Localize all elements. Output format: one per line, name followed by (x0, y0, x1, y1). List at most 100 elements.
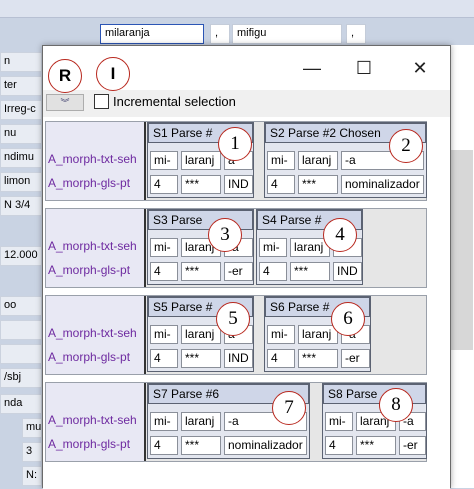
morph-cell: mi- (150, 412, 178, 431)
chevron-down-icon: ︾ (60, 98, 70, 108)
gloss-cell: 4 (150, 436, 178, 455)
row-label-gls: A_morph-gls-pt (48, 437, 131, 451)
gloss-cell: -er (341, 349, 370, 368)
parse-group: A_morph-txt-seh A_morph-gls-pt S1 Parse … (45, 121, 427, 201)
annotation-number: 8 (379, 388, 413, 422)
gloss-cell: *** (356, 436, 396, 455)
background-word-cell[interactable]: mifigu (232, 24, 342, 44)
annotation-marker-r: R (48, 59, 82, 93)
row-label-gls: A_morph-gls-pt (48, 176, 131, 190)
parse-group: A_morph-txt-seh A_morph-gls-pt S3 Parse … (45, 208, 427, 288)
annotation-number: 5 (216, 302, 250, 336)
annotation-number: 6 (331, 302, 365, 336)
maximize-button[interactable]: ☐ (341, 46, 387, 90)
morph-cell: mi- (267, 151, 295, 170)
morph-cell: laranj (298, 151, 338, 170)
annotation-number: 2 (389, 129, 423, 163)
gloss-cell: 4 (267, 175, 295, 194)
gloss-cell: nominalizador (341, 175, 424, 194)
gloss-cell: nominalizador (224, 436, 307, 455)
parse-list: A_morph-txt-seh A_morph-gls-pt S1 Parse … (43, 117, 450, 489)
row-label-txt: A_morph-txt-seh (48, 152, 137, 166)
background-left-item[interactable]: /sbj (0, 368, 42, 388)
background-left-item[interactable]: limon (0, 172, 42, 192)
row-label-gls: A_morph-gls-pt (48, 350, 131, 364)
background-left-item[interactable]: mu (22, 418, 42, 438)
annotation-number: 3 (208, 218, 242, 252)
background-word-cell[interactable]: , (346, 24, 366, 44)
background-left-item[interactable]: ndimu (0, 148, 42, 168)
gloss-cell: 4 (150, 349, 178, 368)
morph-cell: laranj (298, 325, 338, 344)
gloss-cell: IND (224, 349, 253, 368)
background-left-item[interactable]: Irreg-c (0, 100, 42, 120)
gloss-cell: 4 (325, 436, 353, 455)
parse-option[interactable]: S3 Parse mi- laranj -a 4 *** -er 3 (147, 209, 254, 285)
annotation-number: 4 (323, 218, 357, 252)
row-label-txt: A_morph-txt-seh (48, 413, 137, 427)
gloss-cell: IND (333, 262, 362, 281)
close-button[interactable]: ✕ (397, 46, 443, 90)
morph-cell: laranj (181, 151, 221, 170)
background-word-cell[interactable]: , (210, 24, 230, 44)
annotation-number: 7 (272, 391, 306, 425)
parse-option[interactable]: S1 Parse # mi- laranj a 4 *** IND 1 (147, 122, 254, 198)
parse-group: A_morph-txt-seh A_morph-gls-pt S7 Parse … (45, 382, 427, 462)
background-left-item[interactable]: ter (0, 76, 42, 96)
parse-option[interactable]: S2 Parse #2 Chosen mi- laranj -a 4 *** n… (264, 122, 427, 198)
background-toolbar (0, 0, 474, 18)
gloss-cell: *** (181, 349, 221, 368)
row-label-column: A_morph-txt-seh A_morph-gls-pt (46, 122, 146, 200)
morph-cell: mi- (150, 238, 178, 257)
parse-choice-dialog: R I — ☐ ✕ ︾ Incremental selection A_morp… (42, 45, 451, 489)
gloss-cell: *** (290, 262, 330, 281)
morph-cell: mi- (150, 325, 178, 344)
background-left-item[interactable]: n (0, 52, 42, 72)
gloss-cell: *** (298, 175, 338, 194)
gloss-cell: *** (298, 349, 338, 368)
incremental-selection-checkbox[interactable] (94, 94, 109, 109)
morph-cell: mi- (259, 238, 287, 257)
background-left-item[interactable]: N 3/4 (0, 196, 42, 216)
background-scrollbar-thumb[interactable] (451, 150, 473, 350)
background-left-item[interactable]: N: (22, 466, 42, 486)
minimize-button[interactable]: — (289, 46, 335, 90)
gloss-cell: IND (224, 175, 253, 194)
parse-option[interactable]: S5 Parse # mi- laranj a 4 *** IND 5 (147, 296, 254, 372)
background-left-item[interactable]: nu (0, 124, 42, 144)
parse-option[interactable]: S7 Parse #6 mi- laranj -a 4 *** nominali… (147, 383, 310, 459)
background-left-item[interactable]: 3 (22, 442, 42, 462)
row-label-column: A_morph-txt-seh A_morph-gls-pt (46, 296, 146, 374)
parse-option[interactable]: S8 Parse mi- laranj -a 4 *** -er 8 (322, 383, 427, 459)
morph-cell: mi- (325, 412, 353, 431)
background-left-item[interactable] (0, 320, 42, 340)
row-label-txt: A_morph-txt-seh (48, 326, 137, 340)
gloss-cell: -er (224, 262, 253, 281)
parse-option[interactable]: S6 Parse # mi- laranj -a 4 *** -er 6 (264, 296, 371, 372)
gloss-cell: *** (181, 436, 221, 455)
row-label-column: A_morph-txt-seh A_morph-gls-pt (46, 383, 146, 461)
gloss-cell: 4 (150, 175, 178, 194)
row-label-column: A_morph-txt-seh A_morph-gls-pt (46, 209, 146, 287)
background-left-item[interactable]: oo (0, 296, 42, 316)
collapse-button[interactable]: ︾ (46, 94, 84, 111)
parse-option[interactable]: S4 Parse # mi- laranj a 4 *** IND 4 (256, 209, 363, 285)
parse-group: A_morph-txt-seh A_morph-gls-pt S5 Parse … (45, 295, 427, 375)
gloss-cell: *** (181, 262, 221, 281)
gloss-cell: 4 (259, 262, 287, 281)
background-left-item[interactable]: 12.000 (0, 246, 42, 266)
morph-cell: mi- (267, 325, 295, 344)
background-left-item[interactable] (0, 344, 42, 364)
morph-cell: laranj (181, 412, 221, 431)
morph-cell: mi- (150, 151, 178, 170)
dialog-titlebar[interactable]: R I — ☐ ✕ (43, 46, 450, 93)
annotation-number: 1 (218, 127, 252, 161)
annotation-marker-i: I (96, 57, 130, 91)
gloss-cell: *** (181, 175, 221, 194)
background-left-item[interactable]: nda (0, 394, 42, 414)
row-label-txt: A_morph-txt-seh (48, 239, 137, 253)
incremental-selection-label: Incremental selection (113, 94, 236, 109)
morph-cell: laranj (181, 325, 221, 344)
background-word-cell[interactable]: milaranja (100, 24, 204, 44)
gloss-cell: -er (399, 436, 426, 455)
